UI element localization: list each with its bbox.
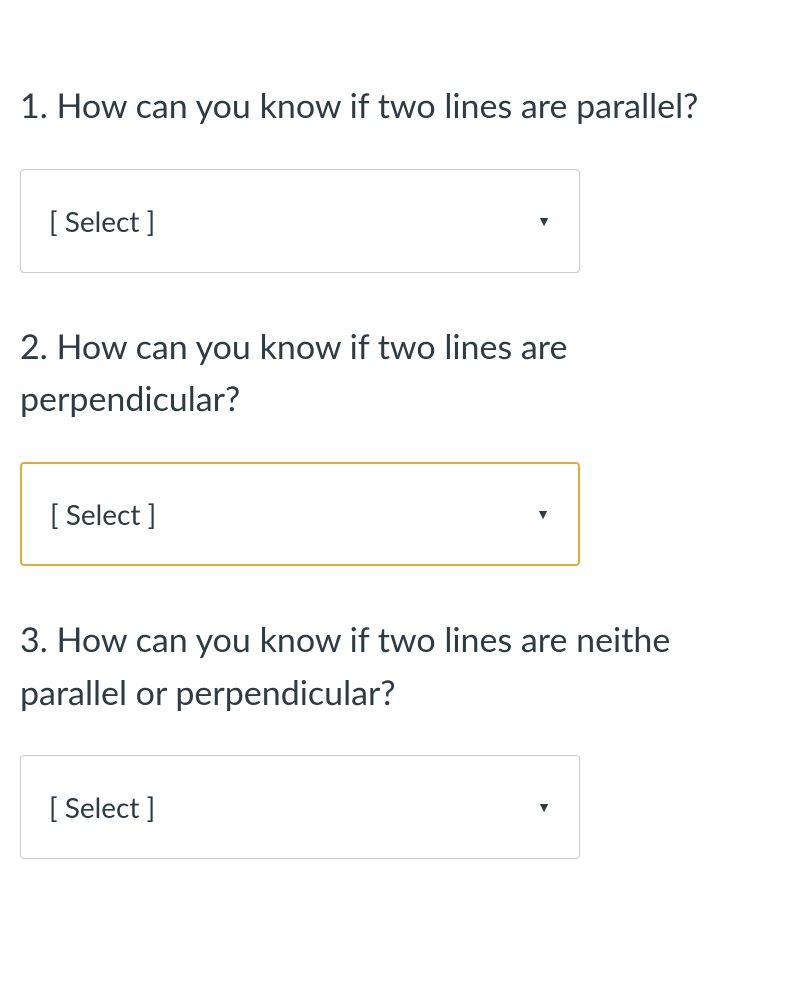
question-number: 1. (20, 85, 48, 126)
chevron-down-icon: ▼ (536, 507, 550, 521)
question-1: 1. How can you know if two lines are par… (20, 80, 780, 273)
question-3: 3. How can you know if two lines are nei… (20, 614, 780, 859)
question-text: 2. How can you know if two lines are per… (20, 321, 780, 426)
question-number: 2. (20, 326, 48, 367)
select-dropdown-2[interactable]: [ Select ] ▼ (20, 462, 580, 566)
select-placeholder: [ Select ] (49, 790, 155, 824)
question-body: How can you know if two lines are parall… (56, 85, 698, 126)
select-placeholder: [ Select ] (49, 204, 155, 238)
select-dropdown-3[interactable]: [ Select ] ▼ (20, 755, 580, 859)
question-body: How can you know if two lines are perpen… (20, 326, 567, 420)
question-body: How can you know if two lines are neithe… (20, 619, 670, 713)
chevron-down-icon: ▼ (537, 800, 551, 814)
question-text: 3. How can you know if two lines are nei… (20, 614, 780, 719)
question-text: 1. How can you know if two lines are par… (20, 80, 780, 133)
question-2: 2. How can you know if two lines are per… (20, 321, 780, 566)
question-number: 3. (20, 619, 48, 660)
chevron-down-icon: ▼ (537, 214, 551, 228)
select-dropdown-1[interactable]: [ Select ] ▼ (20, 169, 580, 273)
select-placeholder: [ Select ] (50, 497, 156, 531)
